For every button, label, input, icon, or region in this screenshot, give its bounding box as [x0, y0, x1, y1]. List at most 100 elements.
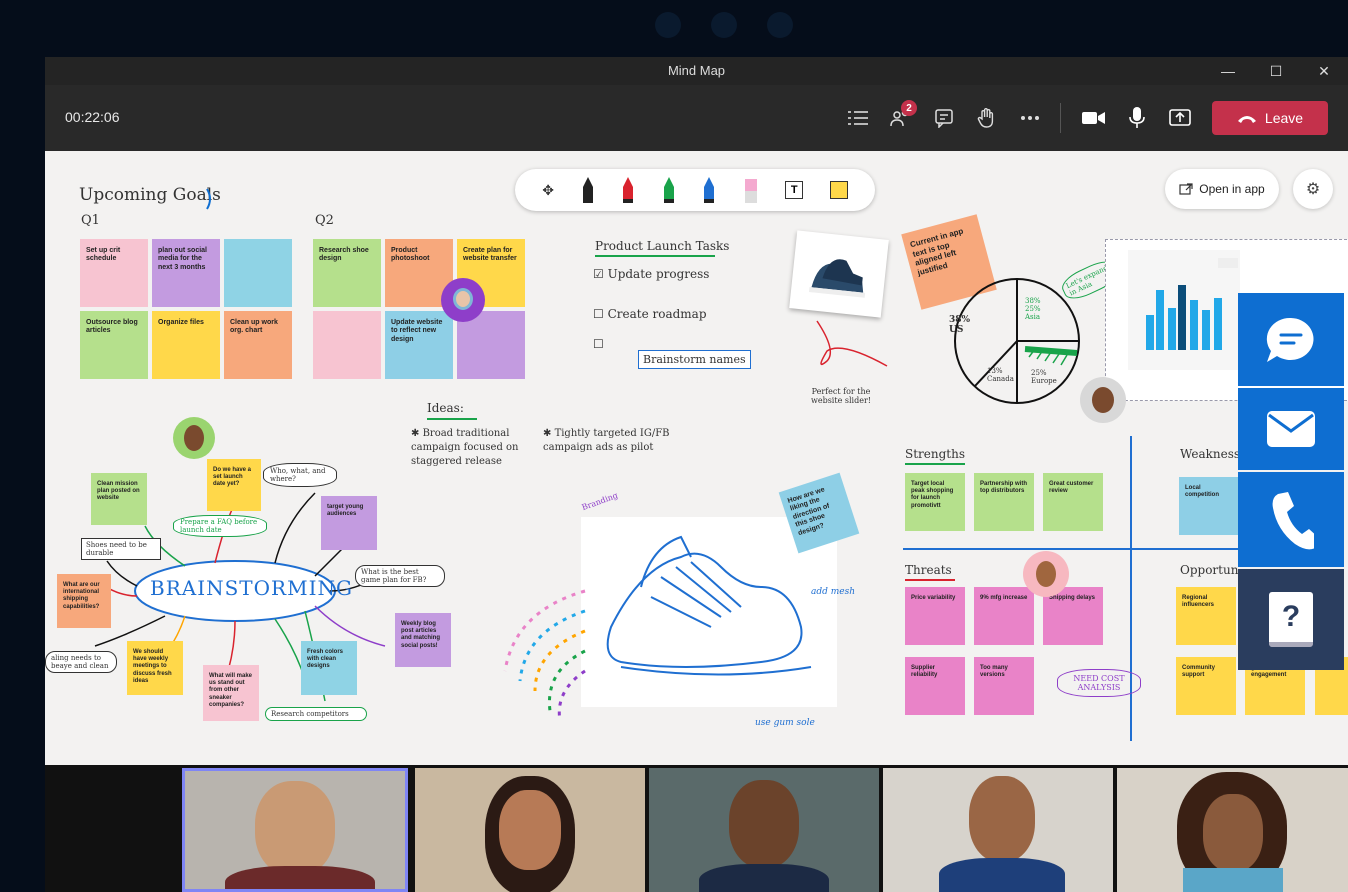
mind-bubble[interactable]: Prepare a FAQ before launch date	[173, 515, 267, 537]
checked-box-icon[interactable]: ☑	[593, 267, 608, 281]
pie-label-canada: 13% Canada	[987, 367, 1014, 383]
sticky-note[interactable]: What are our international shipping capa…	[57, 574, 111, 628]
green-pen-icon[interactable]	[662, 175, 676, 205]
chat-button[interactable]	[1238, 293, 1344, 386]
sticky-note[interactable]: Price variability	[905, 587, 965, 645]
participant-video-tile[interactable]	[182, 768, 408, 892]
mind-bubble[interactable]: aling needs to beaye and clean	[45, 651, 117, 673]
pan-tool-icon[interactable]: ✥	[542, 182, 554, 199]
blue-pen-icon[interactable]	[702, 175, 716, 205]
leave-label: Leave	[1264, 110, 1304, 126]
list-icon[interactable]	[838, 100, 878, 136]
participant-video-tile[interactable]	[883, 768, 1113, 892]
maximize-button[interactable]: ☐	[1252, 57, 1300, 85]
open-external-icon	[1179, 183, 1193, 195]
task-item[interactable]: ☑ Update progress	[593, 267, 709, 281]
sticky-note[interactable]: Partnership with top distributors	[974, 473, 1034, 531]
strengths-underline	[905, 463, 965, 465]
task-item[interactable]: ☐ Create roadmap	[593, 307, 707, 321]
sticky-note[interactable]: Research shoe design	[313, 239, 381, 307]
help-icon: ?	[1269, 592, 1313, 647]
sticky-note[interactable]: Community support	[1176, 657, 1236, 715]
shoe-photo[interactable]	[789, 230, 889, 318]
participant-video-tile[interactable]	[415, 768, 645, 892]
minimize-button[interactable]: —	[1204, 57, 1252, 85]
sticky-note[interactable]	[313, 311, 381, 379]
participant-video-tile[interactable]	[1117, 768, 1348, 892]
sticky-note[interactable]: Local competition	[1179, 477, 1239, 535]
sticky-note[interactable]: Clean up work org. chart	[224, 311, 292, 379]
sticky-note[interactable]: Set up crit schedule	[80, 239, 148, 307]
mail-button[interactable]	[1238, 388, 1344, 470]
threats-underline	[905, 579, 955, 581]
strengths-title: Strengths	[905, 447, 965, 461]
chat-toolbar-icon[interactable]	[924, 100, 964, 136]
meeting-window: Mind Map — ☐ ✕ 00:22:06 2 Leave Upcoming…	[45, 57, 1348, 892]
contact-sidebar: ?	[1238, 293, 1344, 671]
mind-bubble[interactable]: What is the best game plan for FB?	[355, 565, 445, 587]
sticky-note[interactable]: Regional influencers	[1176, 587, 1236, 645]
participant-video-tile[interactable]	[649, 768, 879, 892]
raise-hand-icon[interactable]	[967, 100, 1007, 136]
collaborator-avatar	[1023, 551, 1069, 597]
red-pen-icon[interactable]	[621, 175, 635, 205]
camera-icon[interactable]	[1074, 100, 1114, 136]
mind-bubble[interactable]: Who, what, and where?	[263, 463, 337, 487]
speed-lines-doodle	[503, 589, 586, 722]
open-in-app-label: Open in app	[1199, 182, 1265, 196]
mail-icon	[1267, 411, 1315, 447]
sticky-note[interactable]: 9% mfg increase	[974, 587, 1034, 645]
checkbox-icon[interactable]: ☐	[593, 337, 604, 351]
sticky-note[interactable]: Do we have a set launch date yet?	[207, 459, 261, 511]
leave-button[interactable]: Leave	[1212, 101, 1328, 135]
mind-bubble[interactable]: Shoes need to be durable	[81, 538, 161, 560]
star-icon: ✱	[411, 428, 423, 439]
participants-icon[interactable]: 2	[881, 100, 921, 136]
participants-badge: 2	[901, 100, 917, 116]
sticky-note[interactable]: Outsource blog articles	[80, 311, 148, 379]
checkbox-icon[interactable]: ☐	[593, 307, 608, 321]
sticky-note[interactable]: target young audiences	[321, 496, 377, 550]
whiteboard-canvas[interactable]: Upcoming Goals Q1 Q2 Set up crit schedul…	[45, 151, 1348, 765]
sticky-note[interactable]: Great customer review	[1043, 473, 1103, 531]
meeting-toolbar: 00:22:06 2 Leave	[45, 85, 1348, 152]
sticky-note[interactable]: Update website to reflect new design	[385, 311, 453, 379]
sticky-note[interactable]: Supplier reliability	[905, 657, 965, 715]
more-options-icon[interactable]	[1010, 100, 1050, 136]
sticky-note-tool-icon[interactable]	[829, 181, 848, 199]
pie-label-us: 38% US	[949, 315, 971, 335]
sticky-note[interactable]: Clean mission plan posted on website	[91, 473, 147, 525]
sticky-note[interactable]: We should have weekly meetings to discus…	[127, 641, 183, 695]
highlighter-icon[interactable]	[743, 175, 759, 205]
q2-label: Q2	[315, 213, 334, 228]
text-box[interactable]: Brainstorm names	[638, 350, 751, 369]
text-tool-icon[interactable]: T	[785, 181, 804, 199]
settings-button[interactable]: ⚙	[1293, 169, 1333, 209]
phone-button[interactable]	[1238, 472, 1344, 567]
tasks-title: Product Launch Tasks	[595, 239, 730, 253]
sticky-note[interactable]: Target local peak shopping for launch pr…	[905, 473, 965, 531]
share-screen-icon[interactable]	[1160, 100, 1200, 136]
star-icon: ✱	[543, 428, 555, 439]
sticky-note[interactable]	[224, 239, 292, 307]
sticky-note[interactable]: plan out social media for the next 3 mon…	[152, 239, 220, 307]
swot-vertical-line	[1130, 436, 1132, 741]
microphone-icon[interactable]	[1117, 100, 1157, 136]
black-pen-icon[interactable]	[581, 175, 595, 205]
sticky-note[interactable]: Weekly blog post articles and matching s…	[395, 613, 451, 667]
open-in-app-button[interactable]: Open in app	[1165, 169, 1279, 209]
task-item[interactable]: ☐	[593, 337, 604, 351]
opportunities-title: Opportun	[1180, 563, 1239, 577]
sticky-note[interactable]: Organize files	[152, 311, 220, 379]
sticky-note[interactable]: What will make us stand out from other s…	[203, 665, 259, 721]
mind-bubble[interactable]: Research competitors	[265, 707, 367, 721]
sticky-note[interactable]: Too many versions	[974, 657, 1034, 715]
threats-title: Threats	[905, 563, 952, 577]
help-button[interactable]: ?	[1238, 569, 1344, 670]
slider-note: Perfect for the website slider!	[811, 387, 871, 405]
sticky-note[interactable]: Fresh colors with clean designs	[301, 641, 357, 695]
title-bar: Mind Map — ☐ ✕	[45, 57, 1348, 85]
task-label: Update progress	[607, 267, 710, 281]
close-button[interactable]: ✕	[1300, 57, 1348, 85]
red-arrow-doodle	[816, 320, 888, 367]
